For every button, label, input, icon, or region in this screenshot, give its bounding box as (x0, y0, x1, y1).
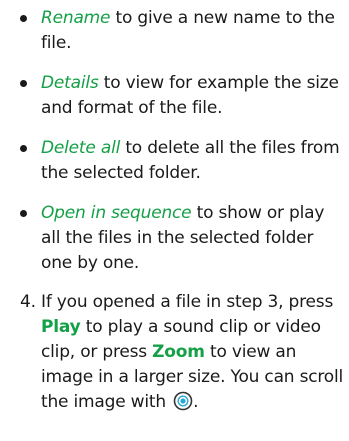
option-open-in-sequence: Open in sequence (41, 203, 192, 223)
bullet-icon (20, 80, 27, 87)
list-item-delete-all: Delete all to delete all the files from … (0, 136, 349, 186)
navi-key-icon (173, 391, 193, 419)
bullet-icon (20, 15, 27, 22)
step-number: 4. (20, 292, 36, 312)
list-item-open-in-sequence: Open in sequence to show or play all the… (0, 201, 349, 276)
option-delete-all: Delete all (41, 138, 121, 158)
list-item-text: Details to view for example the size and… (41, 71, 347, 121)
bullet-icon (20, 210, 27, 217)
list-item-text: Rename to give a new name to the file. (41, 6, 347, 56)
play-key-label: Play (41, 317, 81, 337)
navi-key-icon-svg (173, 391, 193, 411)
list-item-text: Delete all to delete all the files from … (41, 136, 347, 186)
step-4: 4. If you opened a file in step 3, press… (0, 290, 349, 420)
zoom-key-label: Zoom (152, 342, 205, 362)
step-text: If you opened a file in step 3, press Pl… (41, 290, 347, 419)
option-rename: Rename (41, 8, 111, 28)
option-details: Details (41, 73, 99, 93)
list-item-rename: Rename to give a new name to the file. (0, 6, 349, 56)
bullet-icon (20, 145, 27, 152)
list-item-text: Open in sequence to show or play all the… (41, 201, 347, 276)
manual-page: Rename to give a new name to the file. D… (0, 0, 349, 441)
step-text-a: If you opened a file in step 3, press (41, 292, 334, 312)
list-item-details: Details to view for example the size and… (0, 71, 349, 121)
step-text-end: . (193, 392, 199, 412)
